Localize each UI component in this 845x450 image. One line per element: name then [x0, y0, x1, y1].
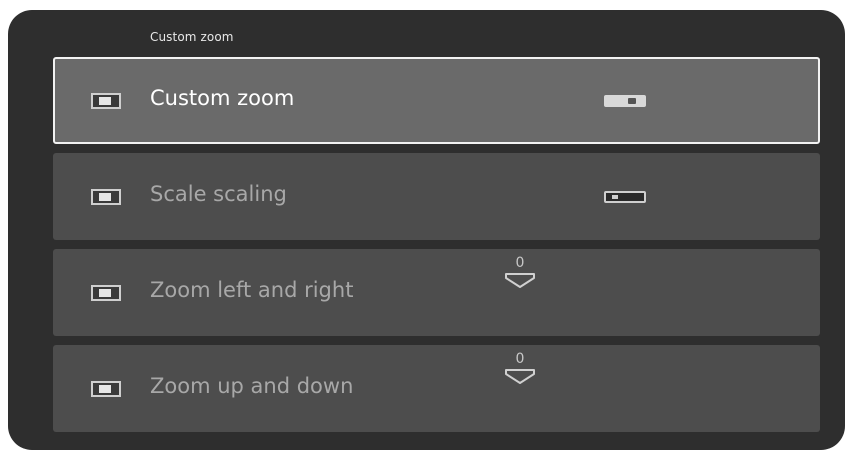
menu-item-label: Zoom up and down — [150, 374, 354, 398]
menu-item-zoom-left-right[interactable]: Zoom left and right 0 — [53, 249, 820, 336]
zoom-left-right-stepper[interactable]: 0 — [505, 255, 535, 295]
custom-zoom-panel: Custom zoom Custom zoom Scale scaling Zo… — [8, 10, 845, 450]
chevron-down-icon[interactable] — [505, 368, 535, 384]
screen-icon — [91, 93, 121, 109]
screen-icon — [91, 285, 121, 301]
menu-item-zoom-up-down[interactable]: Zoom up and down 0 — [53, 345, 820, 432]
menu-item-label: Custom zoom — [150, 86, 295, 110]
zoom-up-down-stepper[interactable]: 0 — [505, 351, 535, 391]
stepper-value: 0 — [515, 255, 525, 271]
custom-zoom-toggle[interactable] — [604, 95, 646, 107]
panel-title: Custom zoom — [150, 30, 234, 44]
screen-icon — [91, 189, 121, 205]
menu-item-scale-scaling[interactable]: Scale scaling — [53, 153, 820, 240]
scale-scaling-toggle[interactable] — [604, 191, 646, 203]
screen-icon — [91, 381, 121, 397]
menu-item-label: Scale scaling — [150, 182, 287, 206]
stepper-value: 0 — [515, 351, 525, 367]
chevron-down-icon[interactable] — [505, 272, 535, 288]
menu-item-label: Zoom left and right — [150, 278, 354, 302]
menu-item-custom-zoom[interactable]: Custom zoom — [53, 57, 820, 144]
